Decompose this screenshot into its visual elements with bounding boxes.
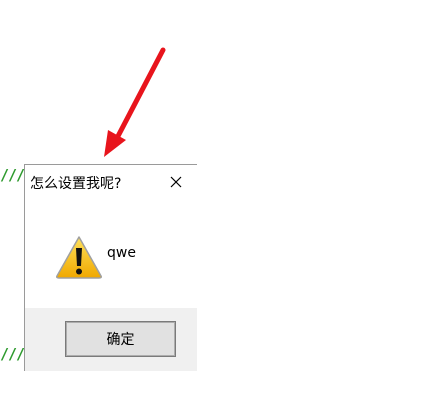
ok-button[interactable]: 确定 xyxy=(65,321,176,357)
code-comment-fragment: /// xyxy=(0,166,25,184)
dialog-message: qwe xyxy=(107,245,136,261)
screenshot-canvas: /// /// 怎么设置我呢? qwe 确定 xyxy=(0,0,422,406)
dialog-titlebar[interactable]: 怎么设置我呢? xyxy=(25,165,197,198)
close-icon xyxy=(170,176,182,188)
code-comment-fragment: /// xyxy=(0,345,25,363)
dialog-footer: 确定 xyxy=(25,308,197,371)
dialog-body: qwe xyxy=(25,198,197,308)
dialog-title: 怎么设置我呢? xyxy=(30,176,122,192)
warning-icon xyxy=(56,236,102,279)
message-dialog: 怎么设置我呢? qwe 确定 xyxy=(24,164,197,371)
close-button[interactable] xyxy=(163,171,189,193)
